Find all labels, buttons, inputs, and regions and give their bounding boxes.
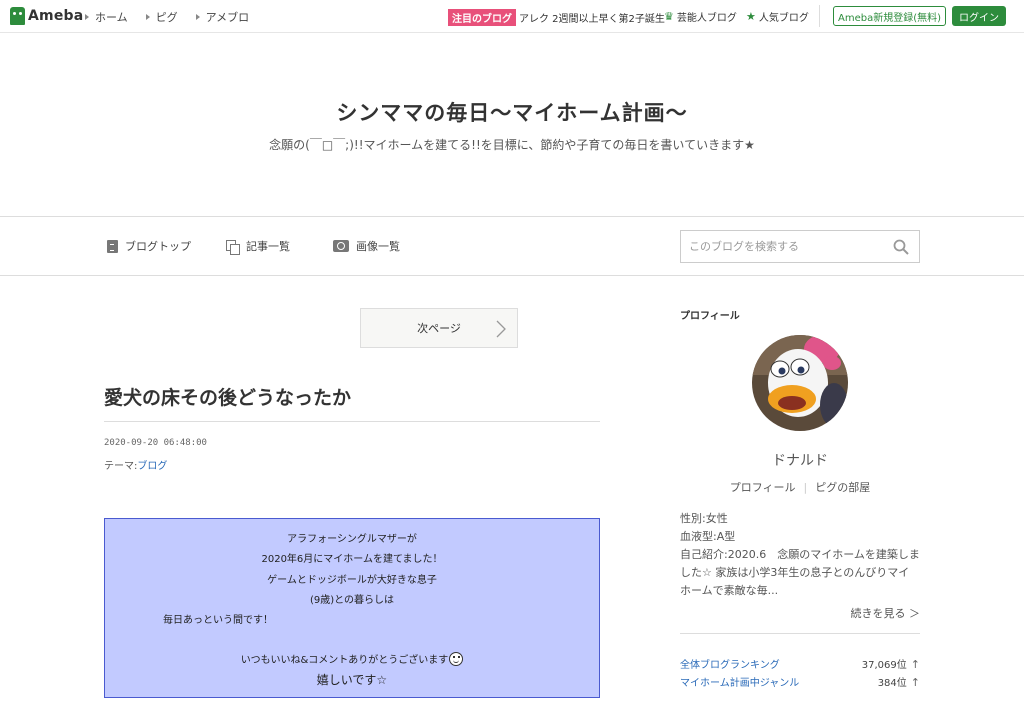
global-nav: ホーム ピグ アメブロ [85, 9, 267, 25]
post-theme: テーマ:ブログ [104, 461, 168, 472]
intro-line: 毎日あっという間です！ [163, 615, 273, 626]
intro-line: ゲームとドッジボールが大好きな息子 [267, 575, 437, 586]
chevron-right-icon [496, 320, 506, 338]
global-header: Ameba ホーム ピグ アメブロ 注目のブログ アレク 2週間以上早く第2子誕… [0, 0, 1024, 33]
ranking-name[interactable]: マイホーム計画中ジャンル [680, 674, 799, 689]
ameba-logo[interactable]: Ameba [10, 6, 83, 26]
divider: | [803, 481, 808, 494]
menu-image-list[interactable]: 画像一覧 [333, 238, 400, 254]
ameba-logo-icon [10, 7, 25, 25]
divider [819, 5, 820, 27]
camera-icon [333, 240, 349, 252]
nav-ameblo[interactable]: アメブロ [195, 9, 249, 25]
theme-link[interactable]: ブログ [137, 461, 167, 472]
divider [104, 421, 600, 422]
profile-links: プロフィール | ピグの部屋 [680, 479, 920, 495]
triangle-right-icon [195, 14, 200, 20]
crown-icon: ♛ [664, 10, 674, 23]
blog-description: 念願の(￣□￣;)!!マイホームを建てる!!を目標に、節約や子育ての毎日を書いて… [269, 138, 755, 152]
triangle-right-icon [145, 14, 150, 20]
intro-line: 嬉しいです☆ [316, 673, 388, 687]
read-more-link[interactable]: 続きを見る ＞ [680, 605, 921, 621]
copy-icon [226, 239, 240, 255]
ranking-name[interactable]: 全体ブログランキング [680, 656, 780, 671]
intro-thanks-line: いつもいいね&コメントありがとうございます [105, 651, 599, 666]
blog-menu-bar: ブログトップ 記事一覧 画像一覧 [0, 216, 1024, 276]
daisy-duck-avatar-image [752, 335, 848, 431]
search-icon[interactable] [893, 239, 909, 255]
post-date: 2020-09-20 06:48:00 [104, 438, 207, 448]
intro-line: アラフォーシングルマザーが [287, 534, 417, 545]
pigg-room-link[interactable]: ピグの部屋 [815, 481, 870, 494]
intro-line: (9歳)との暮らしは [309, 595, 395, 606]
login-button[interactable]: ログイン [952, 6, 1006, 26]
blog-search [680, 230, 920, 263]
ranking-row: 全体ブログランキング 37,069位 ↑ [680, 656, 920, 671]
smile-emoji-icon [449, 652, 464, 666]
nav-home[interactable]: ホーム [85, 9, 128, 25]
next-page-button[interactable]: 次ページ [360, 308, 518, 348]
intro-box: アラフォーシングルマザーが 2020年6月にマイホームを建てました！ ゲームとド… [104, 518, 600, 698]
arrow-up-icon: ↑ [910, 676, 920, 689]
profile-gender: 性別:女性 [680, 512, 728, 525]
trending-blog-link[interactable]: 注目のブログ アレク 2週間以上早く第2子誕生 [448, 9, 665, 26]
document-icon [107, 239, 118, 253]
blog-title[interactable]: シンママの毎日～マイホーム計画～ [0, 97, 1024, 127]
profile-heading: プロフィール [680, 311, 740, 322]
profile-link[interactable]: プロフィール [730, 481, 796, 494]
post-title[interactable]: 愛犬の床その後どうなったか [104, 383, 351, 410]
search-input[interactable] [681, 231, 881, 262]
profile-info: 性別:女性 血液型:A型 自己紹介:2020.6 念願のマイホームを建築しました… [680, 510, 920, 600]
intro-line: 2020年6月にマイホームを建てました！ [261, 554, 443, 565]
ranking-value: 384位 ↑ [877, 676, 920, 689]
logo-text: Ameba [28, 8, 84, 24]
ranking-row: マイホーム計画中ジャンル 384位 ↑ [680, 674, 920, 689]
trending-badge: 注目のブログ [448, 9, 516, 26]
nav-pigg[interactable]: ピグ [145, 9, 178, 25]
arrow-up-icon: ↑ [910, 658, 920, 671]
profile-name[interactable]: ドナルド [680, 450, 920, 470]
trending-text: アレク 2週間以上早く第2子誕生 [519, 14, 665, 25]
profile-intro: 自己紹介:2020.6 念願のマイホームを建築しました☆ 家族は小学3年生の息子… [680, 548, 920, 597]
celebrity-blog-link[interactable]: ♛ 芸能人ブログ [664, 9, 737, 24]
avatar[interactable] [752, 335, 848, 431]
profile-blood-type: 血液型:A型 [680, 530, 736, 543]
menu-blog-top[interactable]: ブログトップ [107, 238, 191, 254]
menu-entry-list[interactable]: 記事一覧 [226, 238, 290, 255]
triangle-right-icon [85, 14, 89, 20]
star-icon: ★ [746, 10, 756, 23]
divider [680, 633, 920, 634]
popular-blog-link[interactable]: ★ 人気ブログ [746, 9, 809, 24]
register-button[interactable]: Ameba新規登録(無料) [833, 6, 946, 26]
ranking-value: 37,069位 ↑ [861, 658, 920, 671]
